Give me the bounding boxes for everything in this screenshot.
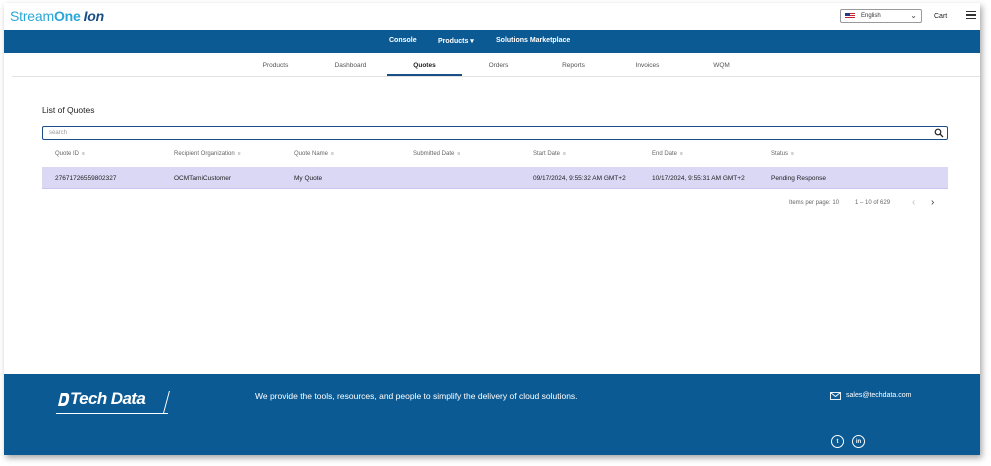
search-placeholder: search [49,130,68,136]
column-header-start-date[interactable]: Start Date ≡ [533,151,566,157]
column-header-status[interactable]: Status ≡ [771,151,794,157]
footer-tagline: We provide the tools, resources, and peo… [255,391,578,401]
cart-link[interactable]: Cart [934,13,947,20]
streamone-ion-logo[interactable]: StreamOne Ion [10,8,104,24]
nav-products[interactable]: Products ▾ [438,37,474,45]
chevron-left-icon[interactable]: ‹ [912,197,915,208]
menu-icon[interactable] [966,11,976,20]
logo-underline [55,413,169,414]
search-icon[interactable] [934,128,944,138]
top-header: StreamOne Ion English ⌄ Cart [4,3,980,30]
email-link[interactable]: sales@techdata.com [846,392,911,399]
tab-orders[interactable]: Orders [461,62,536,69]
twitter-icon[interactable]: t [831,435,844,448]
page-title: List of Quotes [42,105,95,115]
tab-quotes[interactable]: Quotes [387,62,462,69]
chevron-down-icon: ⌄ [910,11,917,20]
sort-icon: ≡ [457,151,461,157]
column-header-submitted-date[interactable]: Submitted Date ≡ [413,151,460,157]
sort-icon: ≡ [563,151,566,157]
tab-dashboard[interactable]: Dashboard [313,62,388,69]
cell-quote-name: My Quote [294,175,323,182]
cell-end-date: 10/17/2024, 9:55:31 AM GMT+2 [652,175,745,182]
column-header-quote-id[interactable]: Quote ID ≡ [55,151,85,157]
cell-organization: OCMTamiCustomer [174,175,232,182]
brand-name: Tech Data [70,389,146,408]
column-header-organization[interactable]: Recipient Organization ≡ [174,151,241,157]
sort-icon: ≡ [82,151,85,157]
language-label: English [861,13,881,19]
techdata-logo[interactable]: Tech Data [55,389,174,419]
sort-icon: ≡ [331,151,334,157]
footer: Tech Data We provide the tools, resource… [4,374,980,455]
app-window: StreamOne Ion English ⌄ Cart Console Prod… [4,3,980,455]
sort-icon: ≡ [791,151,794,157]
sort-icon: ≡ [237,151,241,157]
linkedin-icon[interactable]: in [852,435,865,448]
sort-icon: ≡ [680,151,683,157]
mail-icon [830,392,841,400]
tab-reports[interactable]: Reports [536,62,611,69]
us-flag-icon [845,13,855,19]
cell-status: Pending Response [771,175,826,182]
logo-slash [163,391,170,413]
techdata-mark-icon [58,393,70,406]
chevron-right-icon[interactable]: › [931,197,934,208]
page-range: 1 – 10 of 629 [855,200,891,206]
column-header-quote-name[interactable]: Quote Name ≡ [294,151,334,157]
cell-start-date: 09/17/2024, 9:55:32 AM GMT+2 [533,175,626,182]
active-tab-indicator [387,74,462,76]
language-select[interactable]: English ⌄ [840,9,922,23]
nav-solutions-marketplace[interactable]: Solutions Marketplace [496,37,570,44]
sub-tabs: Products Dashboard Quotes Orders Reports… [12,53,980,77]
search-input[interactable]: search [42,126,948,140]
cell-quote-id[interactable]: 27671726559802327 [55,175,116,182]
column-header-end-date[interactable]: End Date ≡ [652,151,683,157]
tab-invoices[interactable]: Invoices [610,62,685,69]
items-per-page[interactable]: Items per page: 10 [789,200,839,206]
main-nav: Console Products ▾ Solutions Marketplace [4,30,980,53]
tab-wqm[interactable]: WQM [684,62,759,69]
tab-products[interactable]: Products [238,62,313,69]
nav-console[interactable]: Console [389,37,417,44]
